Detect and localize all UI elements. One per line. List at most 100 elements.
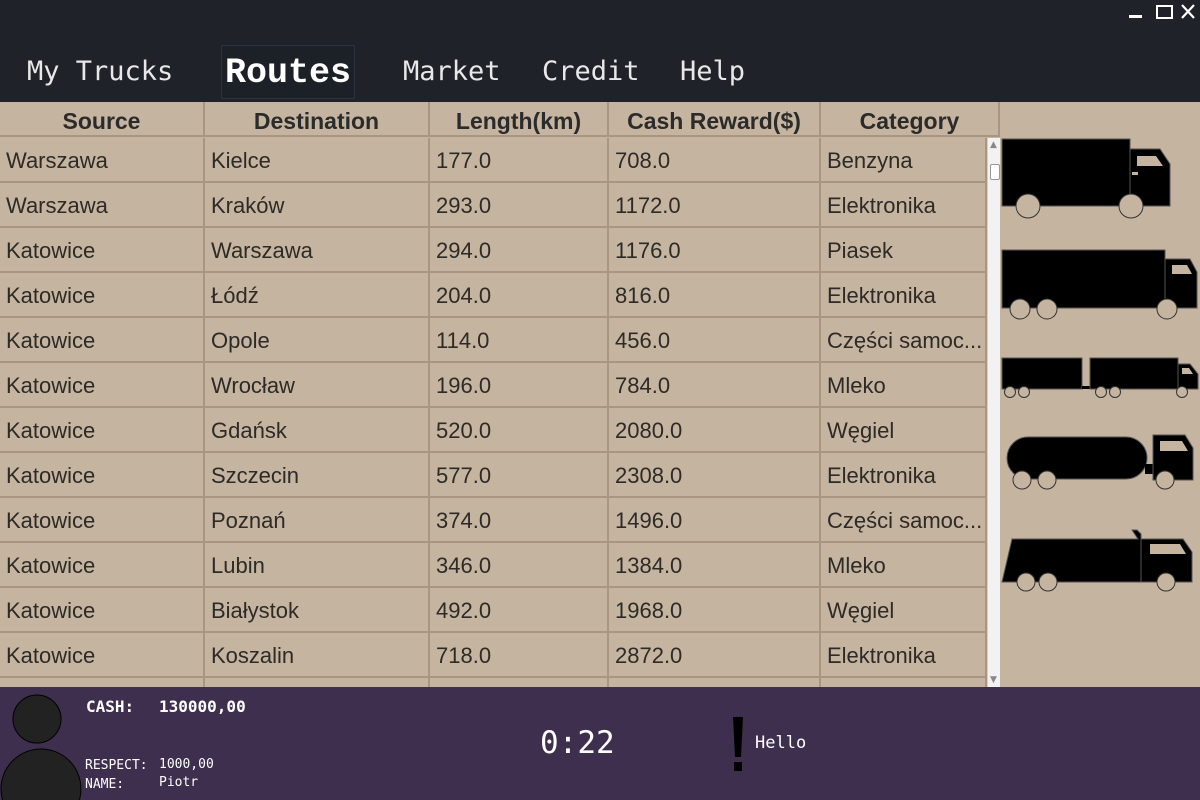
category-cell: Elektronika (821, 633, 987, 678)
destination-cell: Poznań (205, 498, 430, 543)
source-cell: Katowice (0, 408, 205, 453)
length-cell: 346.0 (430, 543, 609, 588)
length-cell: 577.0 (430, 453, 609, 498)
cash-reward-cell: 2080.0 (609, 408, 821, 453)
table-row[interactable]: Katowice Lubin 346.0 1384.0 Mleko (0, 543, 987, 588)
table-row[interactable]: Katowice Warszawa 294.0 1176.0 Piasek (0, 228, 987, 273)
dump-truck-icon[interactable] (1000, 522, 1200, 597)
table-row[interactable]: Katowice Szczecin 577.0 2308.0 Elektronika (0, 453, 987, 498)
destination-cell: Koszalin (205, 633, 430, 678)
category-cell: Części samoc... (821, 498, 987, 543)
source-cell: Katowice (0, 228, 205, 273)
tab-help[interactable]: Help (680, 45, 745, 97)
name-label: NAME: (85, 777, 125, 792)
avatar-icon (0, 694, 82, 800)
length-cell: 374.0 (430, 498, 609, 543)
main-menu: My Trucks Routes Market Credit Help (0, 40, 1200, 102)
tab-market[interactable]: Market (403, 45, 501, 97)
cash-reward-cell: 784.0 (609, 363, 821, 408)
category-cell: Węgiel (821, 588, 987, 633)
source-cell: Katowice (0, 453, 205, 498)
column-header-destination[interactable]: Destination (205, 102, 430, 137)
maximize-button[interactable] (1152, 0, 1176, 24)
length-cell (430, 678, 609, 687)
column-header-length[interactable]: Length(km) (430, 102, 609, 137)
scroll-up-icon[interactable]: ▲ (990, 140, 997, 150)
category-cell: Części samoc... (821, 318, 987, 363)
destination-cell: Kielce (205, 138, 430, 183)
cash-reward-cell: 456.0 (609, 318, 821, 363)
source-cell: Katowice (0, 318, 205, 363)
cash-reward-cell: 1384.0 (609, 543, 821, 588)
title-bar (0, 0, 1200, 30)
destination-cell: Opole (205, 318, 430, 363)
destination-cell (205, 678, 430, 687)
length-cell: 718.0 (430, 633, 609, 678)
column-header-cash-reward[interactable]: Cash Reward($) (609, 102, 821, 137)
routes-table: Source Destination Length(km) Cash Rewar… (0, 102, 1000, 687)
category-cell: Węgiel (821, 408, 987, 453)
length-cell: 204.0 (430, 273, 609, 318)
destination-cell: Łódź (205, 273, 430, 318)
destination-cell: Lubin (205, 543, 430, 588)
status-bar: CASH: 130000,00 RESPECT: 1000,00 NAME: P… (0, 687, 1200, 800)
category-cell: Mleko (821, 543, 987, 588)
length-cell: 114.0 (430, 318, 609, 363)
cash-reward-cell: 1496.0 (609, 498, 821, 543)
tab-credit[interactable]: Credit (542, 45, 640, 97)
box-truck-icon[interactable] (1000, 132, 1200, 222)
length-cell: 196.0 (430, 363, 609, 408)
table-row[interactable]: Katowice Łódź 204.0 816.0 Elektronika (0, 273, 987, 318)
cash-reward-cell: 1176.0 (609, 228, 821, 273)
cash-reward-cell (609, 678, 821, 687)
category-cell: Elektronika (821, 273, 987, 318)
destination-cell: Białystok (205, 588, 430, 633)
cash-label: CASH: (86, 697, 135, 716)
tanker-truck-icon[interactable] (1000, 430, 1200, 495)
scrollbar-thumb[interactable] (990, 164, 1000, 180)
source-cell: Katowice (0, 588, 205, 633)
cash-reward-cell: 2308.0 (609, 453, 821, 498)
table-row[interactable] (0, 678, 987, 687)
close-button[interactable] (1176, 0, 1200, 24)
cash-value: 130000,00 (159, 697, 246, 716)
source-cell: Katowice (0, 273, 205, 318)
category-cell: Piasek (821, 228, 987, 273)
source-cell: Warszawa (0, 183, 205, 228)
category-cell: Elektronika (821, 453, 987, 498)
table-row[interactable]: Katowice Gdańsk 520.0 2080.0 Węgiel (0, 408, 987, 453)
table-row[interactable]: Katowice Poznań 374.0 1496.0 Części samoc... (0, 498, 987, 543)
table-row[interactable]: Katowice Wrocław 196.0 784.0 Mleko (0, 363, 987, 408)
length-cell: 492.0 (430, 588, 609, 633)
scroll-down-icon[interactable]: ▼ (990, 675, 997, 685)
table-header: Source Destination Length(km) Cash Rewar… (0, 102, 1000, 138)
source-cell: Warszawa (0, 138, 205, 183)
minimize-button[interactable] (1124, 0, 1148, 24)
destination-cell: Kraków (205, 183, 430, 228)
category-cell: Elektronika (821, 183, 987, 228)
maximize-icon (1156, 5, 1173, 19)
table-row[interactable]: Katowice Koszalin 718.0 2872.0 Elektronika (0, 633, 987, 678)
name-value: Piotr (159, 775, 199, 790)
respect-label: RESPECT: (85, 758, 148, 773)
column-header-source[interactable]: Source (0, 102, 205, 137)
category-cell: Mleko (821, 363, 987, 408)
length-cell: 293.0 (430, 183, 609, 228)
length-cell: 294.0 (430, 228, 609, 273)
source-cell: Katowice (0, 543, 205, 588)
table-scrollbar[interactable]: ▲ ▼ (987, 138, 1000, 687)
column-header-category[interactable]: Category (821, 102, 1000, 137)
source-cell: Katowice (0, 498, 205, 543)
tab-routes[interactable]: Routes (221, 45, 356, 99)
table-row[interactable]: Warszawa Kielce 177.0 708.0 Benzyna (0, 138, 987, 183)
close-icon (1181, 4, 1195, 19)
table-row[interactable]: Warszawa Kraków 293.0 1172.0 Elektronika (0, 183, 987, 228)
game-timer: 0:22 (540, 725, 615, 761)
truck-with-trailer-icon[interactable] (1000, 352, 1200, 402)
destination-cell: Warszawa (205, 228, 430, 273)
destination-cell: Szczecin (205, 453, 430, 498)
table-row[interactable]: Katowice Opole 114.0 456.0 Części samoc... (0, 318, 987, 363)
table-row[interactable]: Katowice Białystok 492.0 1968.0 Węgiel (0, 588, 987, 633)
tab-my-trucks[interactable]: My Trucks (27, 45, 173, 97)
long-box-truck-icon[interactable] (1000, 247, 1200, 327)
